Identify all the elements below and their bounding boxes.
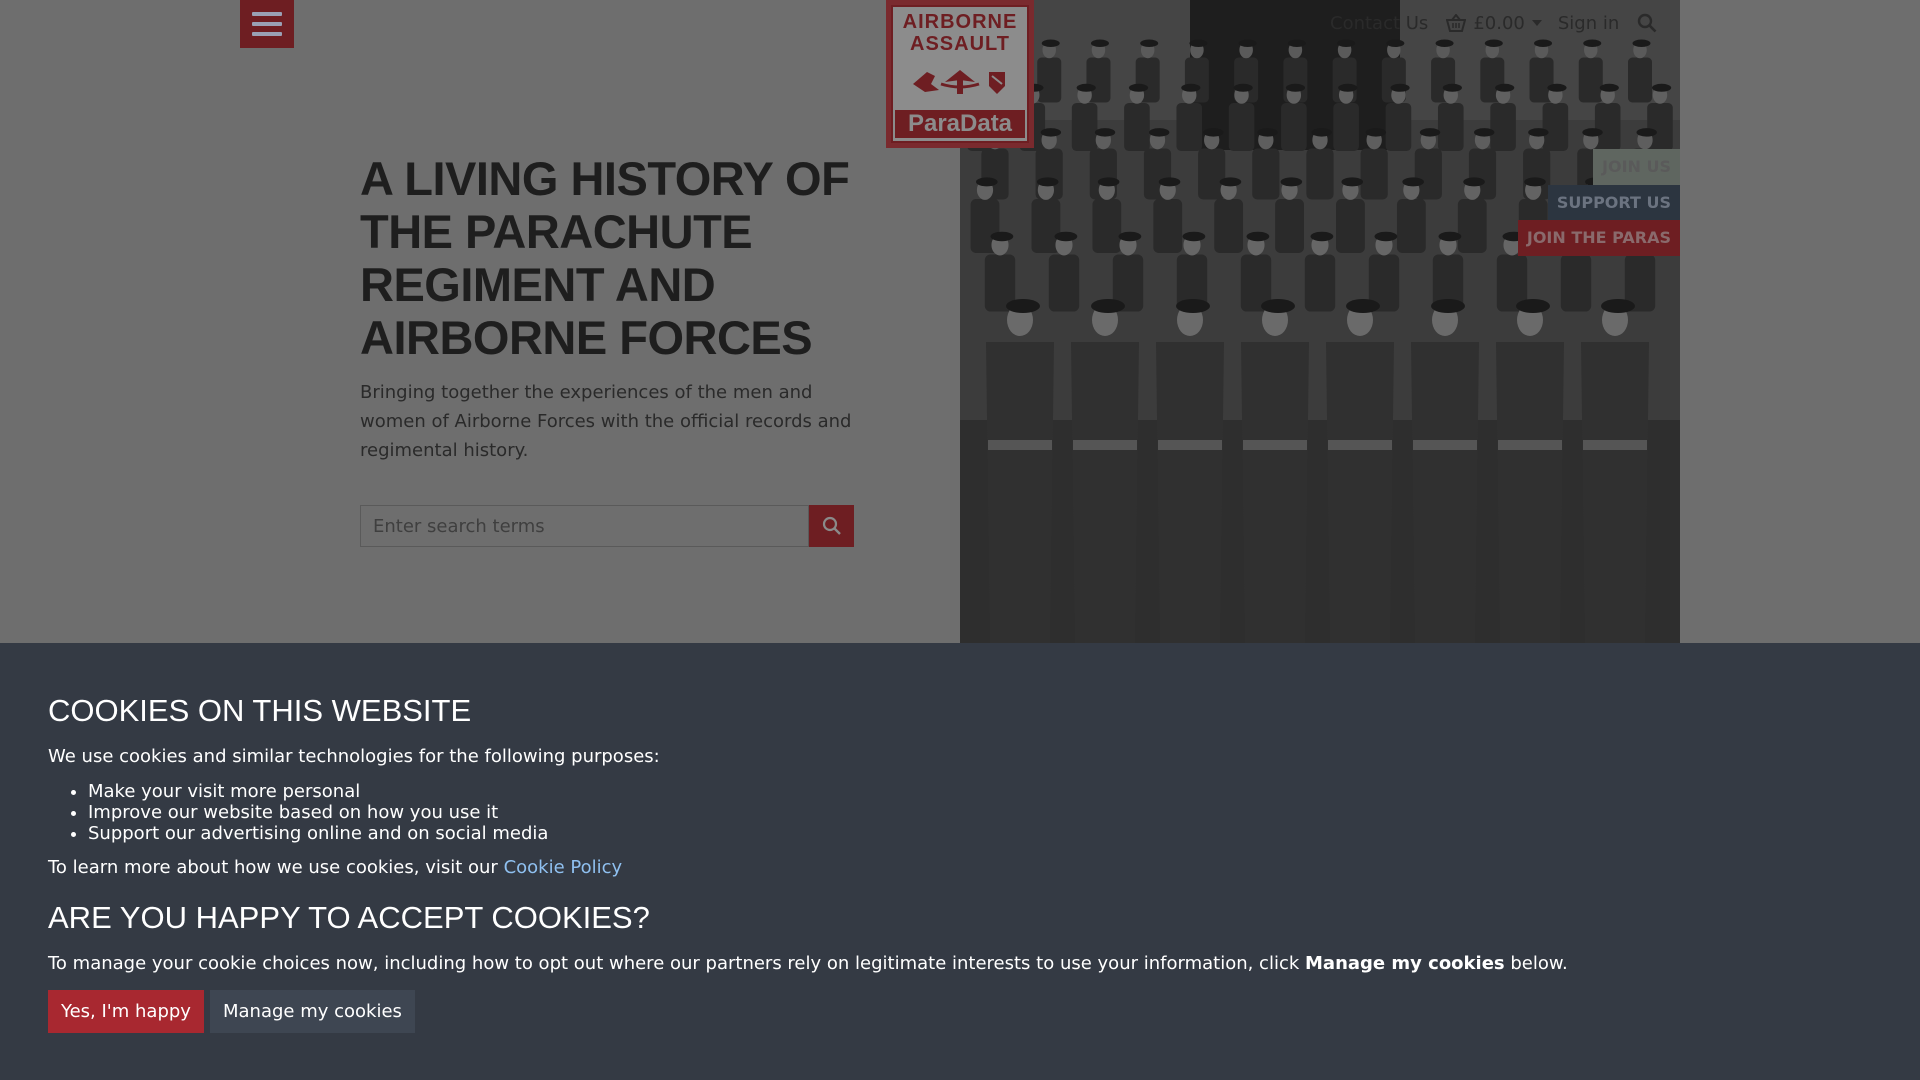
list-item: Support our advertising online and on so… [88,823,1872,844]
page: AIRBORNE ASSAULT ParaData Contact Us £0.… [0,0,1920,1080]
basket-total: £0.00 [1473,12,1525,34]
menu-button[interactable] [240,0,294,48]
caret-down-icon [1531,20,1542,26]
cookie-heading: COOKIES ON THIS WEBSITE [48,693,472,728]
cookie-learn-more: To learn more about how we use cookies, … [48,856,1872,880]
top-nav: Contact Us £0.00 Sign in [1330,10,1657,36]
hamburger-icon-bar [252,22,282,26]
contact-us-link[interactable]: Contact Us [1330,13,1428,34]
manage-text-after: below. [1510,953,1568,974]
logo-title: AIRBORNE ASSAULT [903,11,1018,55]
site-logo[interactable]: AIRBORNE ASSAULT ParaData [886,0,1034,148]
list-item: Make your visit more personal [88,781,1872,802]
search-icon[interactable] [1637,13,1657,33]
manage-text-bold: Manage my cookies [1305,953,1505,974]
logo-line-assault: ASSAULT [910,33,1010,55]
join-us-button[interactable]: JOIN US [1593,149,1680,185]
manage-cookies-button[interactable]: Manage my cookies [209,990,415,1033]
accept-cookies-button[interactable]: Yes, I'm happy [48,990,204,1033]
cookie-intro: We use cookies and similar technologies … [48,746,660,767]
cookie-purpose-list: Make your visit more personal Improve ou… [88,781,1872,844]
support-us-button[interactable]: SUPPORT US [1547,185,1680,221]
learn-more-text: To learn more about how we use cookies, … [48,857,498,878]
sign-in-link[interactable]: Sign in [1558,13,1619,34]
cookie-question: ARE YOU HAPPY TO ACCEPT COOKIES? [48,900,650,935]
search-input[interactable] [360,505,809,547]
cookie-buttons: Yes, I'm happy Manage my cookies [48,990,1872,1033]
basket-button[interactable]: £0.00 [1446,13,1542,34]
hero-search [360,505,854,547]
pegasus-emblem-icon [913,69,1005,94]
hamburger-icon-bar [252,32,282,36]
list-item: Improve our website based on how you use… [88,802,1872,823]
hero-photo [960,0,1680,643]
cookie-policy-link[interactable]: Cookie Policy [504,857,623,878]
group-photo-image [960,0,1680,643]
logo-line-airborne: AIRBORNE [902,11,1018,33]
logo-badge: AIRBORNE ASSAULT ParaData [891,5,1029,143]
cookie-banner: COOKIES ON THIS WEBSITE We use cookies a… [0,643,1920,1080]
hamburger-icon [252,12,282,16]
hero-title: A LIVING HISTORY OF THE PARACHUTE REGIME… [360,152,850,364]
basket-icon [1446,14,1467,32]
search-submit-button[interactable] [809,505,854,547]
hero-subtitle: Bringing together the experiences of the… [360,382,852,461]
logo-wordmark: ParaData [895,110,1025,138]
manage-text-before: To manage your cookie choices now, inclu… [48,953,1300,974]
cookie-manage-text: To manage your cookie choices now, inclu… [48,952,1872,976]
join-the-paras-button[interactable]: JOIN THE PARAS [1517,220,1680,256]
search-icon [822,516,841,535]
